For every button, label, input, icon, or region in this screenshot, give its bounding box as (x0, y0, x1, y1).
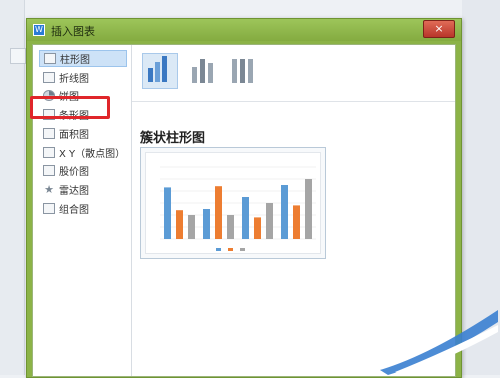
subtype-bar (148, 68, 153, 82)
chart-type-label: X Y（散点图） (59, 148, 126, 160)
subtype-bar (240, 59, 245, 83)
chart-bar (215, 186, 222, 239)
legend-swatch (228, 248, 233, 251)
subtype-bar (200, 59, 205, 83)
chart-type-label: 折线图 (59, 73, 89, 85)
chart-bar (281, 185, 288, 239)
chart-type-item[interactable]: 股价图 (39, 162, 127, 179)
preview-chart-svg (160, 166, 316, 251)
subtype-bar (208, 63, 213, 83)
chart-subtype-strip (132, 45, 455, 102)
chart-preview-canvas (145, 152, 321, 254)
chart-bar (266, 203, 273, 239)
dialog-titlebar[interactable]: W 插入图表 × (27, 19, 461, 41)
chart-type-label: 股价图 (59, 167, 89, 179)
background-tab-handle[interactable] (10, 48, 26, 64)
chart-type-item[interactable]: 组合图 (39, 200, 127, 217)
clustered-column-icon[interactable] (142, 53, 178, 89)
chart-bar (242, 197, 249, 239)
subtype-bar (248, 59, 253, 83)
chart-bar (203, 209, 210, 239)
stock-chart-icon (43, 165, 55, 177)
chart-type-item[interactable]: ★ 雷达图 (39, 181, 127, 198)
chart-type-label: 雷达图 (59, 185, 89, 197)
stacked-column-icon[interactable] (184, 53, 220, 89)
subtype-title: 簇状柱形图 (140, 131, 206, 146)
chart-type-item[interactable]: 面积图 (39, 125, 127, 142)
scatter-chart-icon (43, 146, 55, 158)
chart-type-label: 组合图 (59, 204, 89, 216)
chart-type-item[interactable]: X Y（散点图） (39, 144, 127, 161)
chart-type-label: 面积图 (59, 129, 89, 141)
chart-bar (254, 217, 261, 239)
watermark-swoosh (380, 310, 498, 375)
chart-bar (176, 210, 183, 239)
chart-type-list: 柱形图 折线图 饼图 条形图 面积图 X Y（散点图） 股价图 ★ 雷达图 组合图 (30, 45, 132, 376)
chart-bar (305, 179, 312, 239)
area-chart-icon (43, 127, 55, 139)
column-chart-icon (44, 53, 56, 64)
close-button[interactable]: × (423, 20, 455, 38)
legend-swatch (216, 248, 221, 251)
chart-type-label: 柱形图 (60, 55, 90, 66)
percent-stacked-column-icon[interactable] (224, 53, 260, 89)
chart-bar (164, 187, 171, 239)
chart-bar (293, 205, 300, 239)
chart-bar (227, 215, 234, 239)
legend-swatch (240, 248, 245, 251)
chart-type-item[interactable]: 折线图 (39, 69, 127, 86)
combo-chart-icon (43, 202, 55, 214)
chart-bar (188, 215, 195, 239)
line-chart-icon (43, 71, 55, 83)
chart-preview[interactable] (140, 147, 326, 259)
subtype-bar (192, 67, 197, 83)
dialog-title: 插入图表 (51, 25, 95, 38)
chart-type-item[interactable]: 柱形图 (39, 50, 127, 67)
subtype-bar (232, 59, 237, 83)
app-logo-icon: W (33, 24, 45, 36)
radar-chart-icon: ★ (44, 182, 54, 196)
red-highlight-box (30, 96, 110, 119)
subtype-bar (162, 56, 167, 82)
subtype-bar (155, 62, 160, 82)
